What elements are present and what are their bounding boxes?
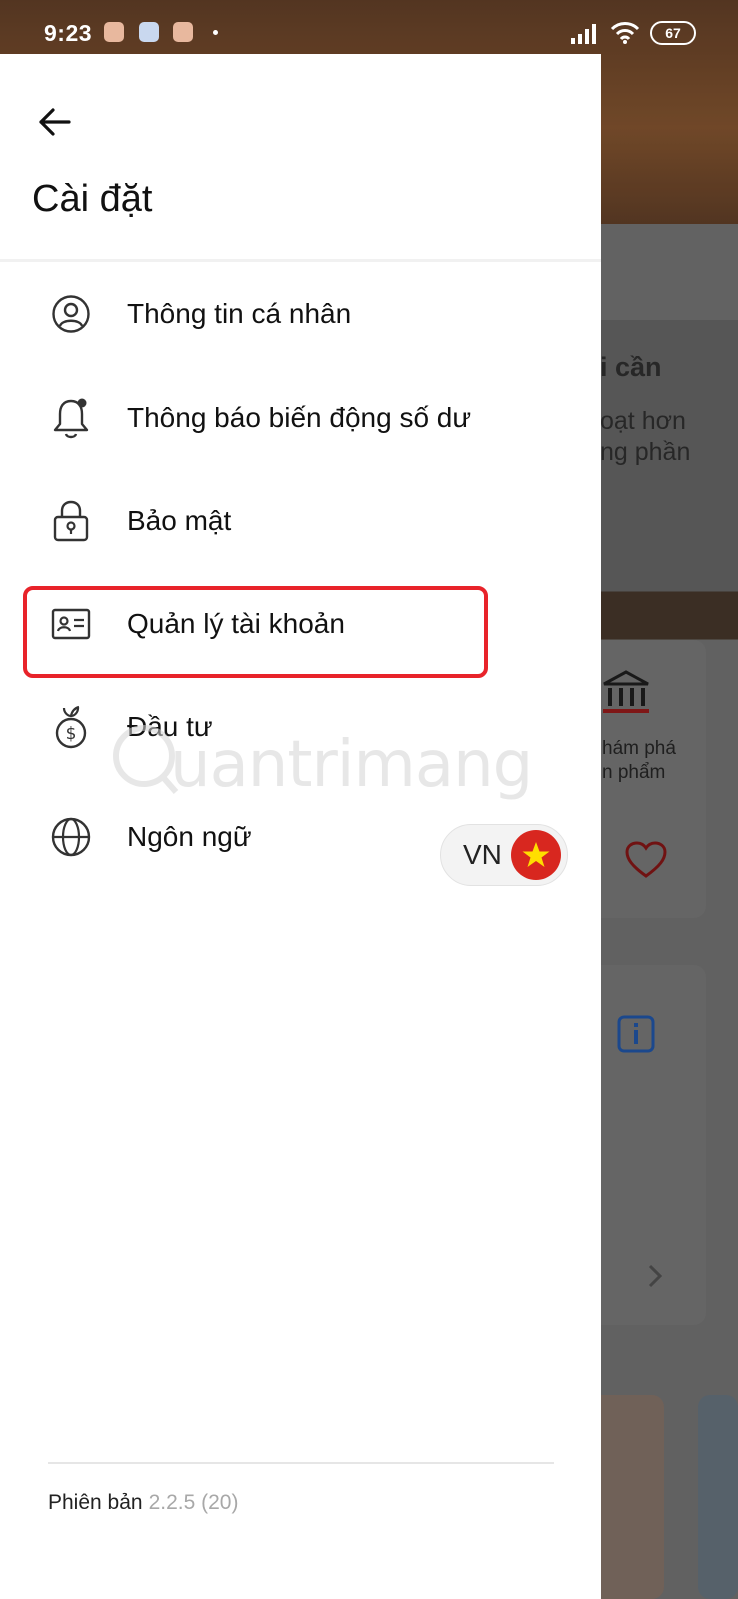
- settings-drawer: Cài đặt Thông tin cá nhân Thông báo biến…: [0, 54, 601, 1599]
- menu-item-label: Đầu tư: [127, 711, 213, 742]
- menu-item-label: Thông báo biến động số dư: [127, 402, 472, 433]
- lock-icon: [48, 498, 94, 544]
- battery-icon: 67: [650, 21, 696, 45]
- status-indicators: 67: [570, 20, 696, 46]
- language-toggle[interactable]: VN: [440, 824, 568, 886]
- version-info: Phiên bản 2.2.5 (20): [48, 1491, 238, 1515]
- id-card-icon: [48, 601, 94, 647]
- money-bag-icon: $: [48, 704, 94, 750]
- svg-text:$: $: [66, 724, 77, 744]
- menu-item-security[interactable]: Bảo mật: [0, 476, 601, 566]
- menu-item-investment[interactable]: $ Đầu tư: [0, 682, 601, 772]
- divider: [0, 259, 601, 262]
- back-button[interactable]: [28, 100, 80, 144]
- page-title: Cài đặt: [32, 178, 153, 220]
- menu-item-label: Bảo mật: [127, 505, 232, 536]
- status-time: 9:23: [44, 20, 93, 46]
- menu-item-account-management[interactable]: Quản lý tài khoản: [0, 579, 601, 669]
- signal-icon: [571, 24, 596, 44]
- globe-icon: [48, 814, 94, 860]
- user-circle-icon: [48, 291, 94, 337]
- menu-item-label: Thông tin cá nhân: [127, 298, 352, 329]
- version-number: 2.2.5 (20): [148, 1491, 239, 1514]
- notification-app-icon: [173, 22, 193, 42]
- menu-item-label: Quản lý tài khoản: [127, 608, 345, 639]
- version-label: Phiên bản: [48, 1491, 143, 1514]
- notification-app-icon: [139, 22, 159, 42]
- divider: [48, 1462, 554, 1464]
- more-notifications-icon: [213, 30, 218, 35]
- menu-item-label: Ngôn ngữ: [127, 821, 252, 852]
- menu-item-balance-notification[interactable]: Thông báo biến động số dư: [0, 373, 601, 463]
- status-bar: 9:23 67: [0, 0, 738, 58]
- arrow-left-icon: [39, 108, 71, 136]
- language-code: VN: [463, 839, 502, 870]
- menu-item-personal-info[interactable]: Thông tin cá nhân: [0, 269, 601, 359]
- wifi-icon: [610, 22, 640, 44]
- notification-app-icon: [104, 22, 124, 42]
- bell-icon: [48, 395, 94, 441]
- vietnam-flag-icon: [511, 830, 561, 880]
